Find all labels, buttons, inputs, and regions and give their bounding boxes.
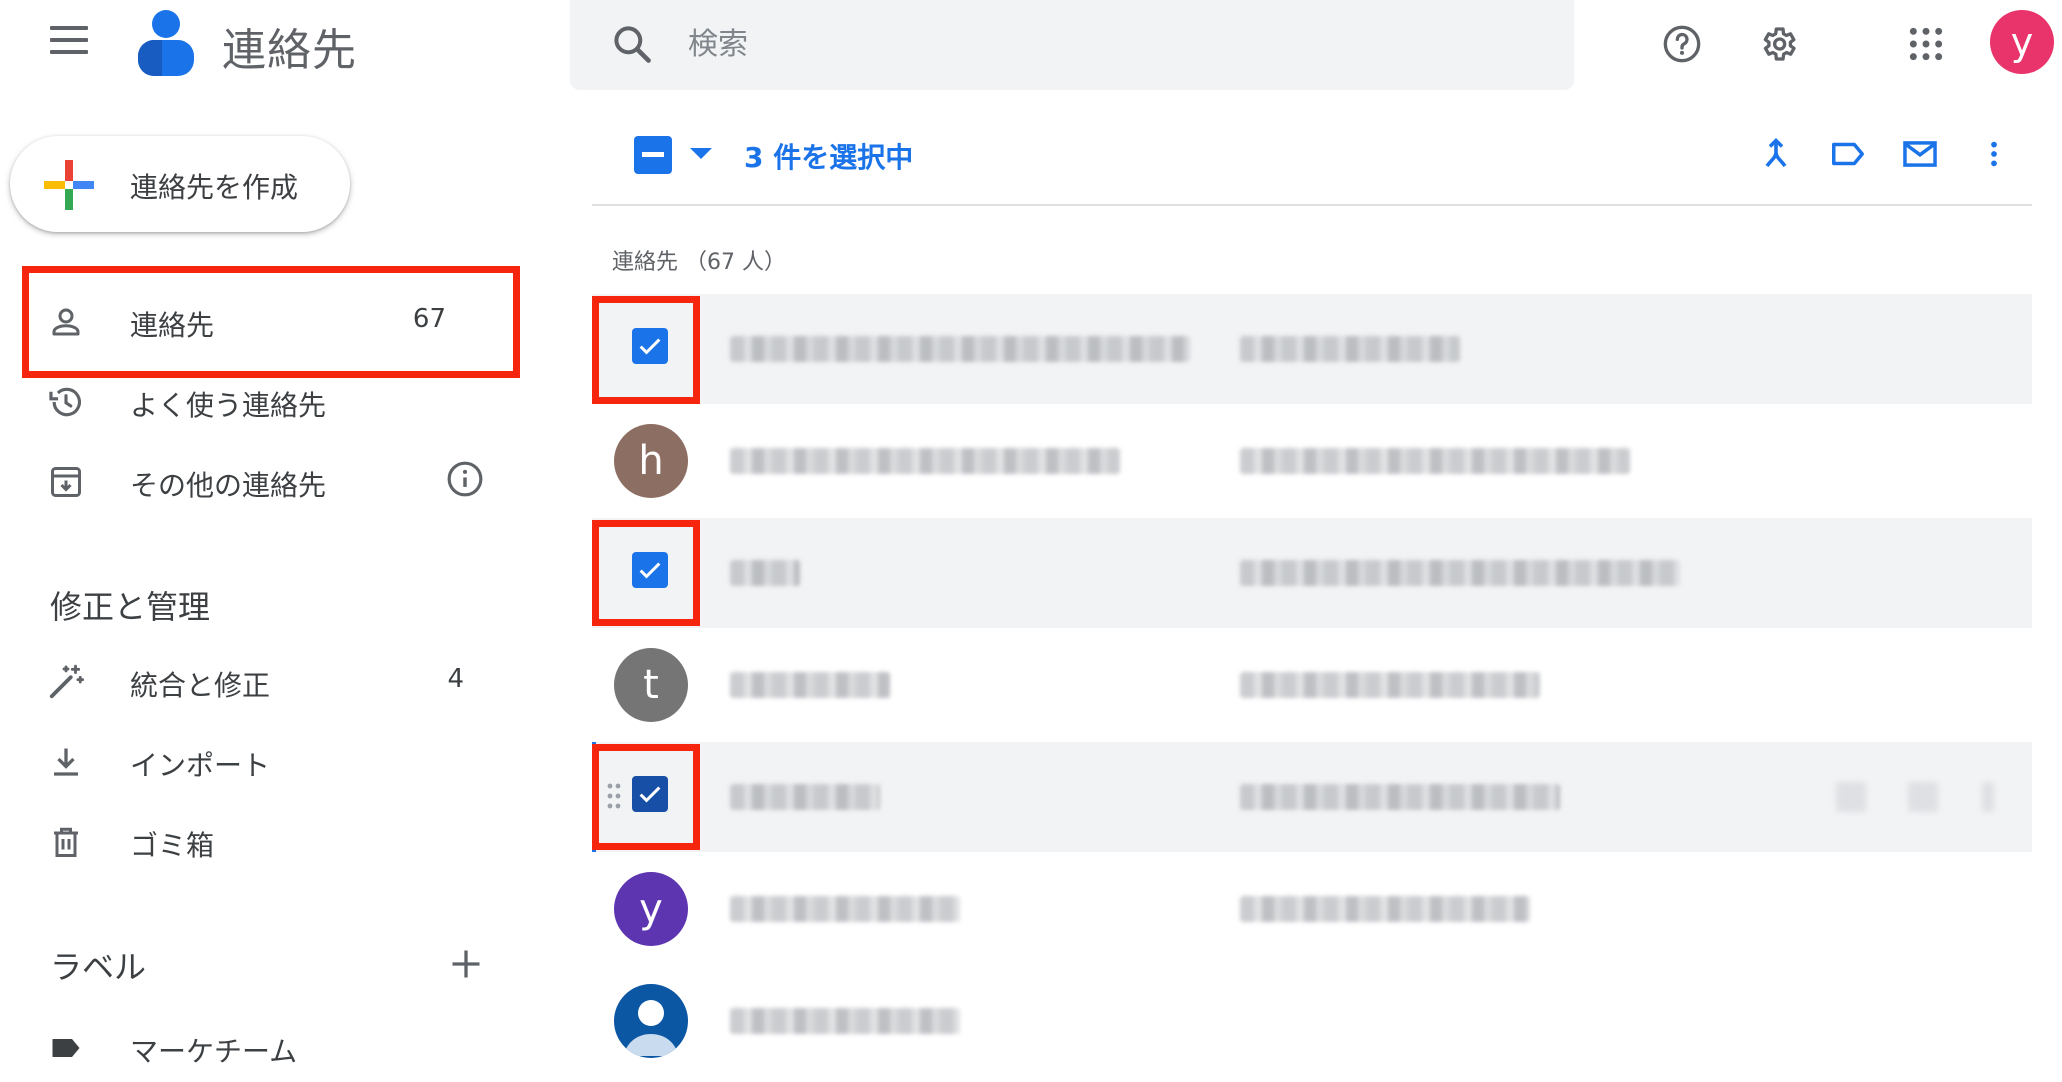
search-input[interactable] <box>688 20 1508 68</box>
sidebar-item-label: マーケチーム <box>130 1035 298 1068</box>
merge-fix-count: 4 <box>447 664 464 694</box>
contact-email-redacted <box>1240 896 1530 922</box>
sidebar-item-frequent[interactable]: よく使う連絡先 <box>22 362 516 442</box>
table-row[interactable] <box>592 518 2032 628</box>
contact-email-redacted <box>1240 448 1630 474</box>
sidebar-item-import[interactable]: インポート <box>22 722 516 802</box>
contact-avatar: y <box>614 872 688 946</box>
label-icon <box>46 1028 86 1068</box>
sidebar-item-label-marketing[interactable]: マーケチーム <box>22 1008 516 1082</box>
more-vert-icon[interactable] <box>1972 132 2016 176</box>
menu-icon[interactable] <box>50 26 90 58</box>
contact-email-redacted <box>1240 784 1560 810</box>
sidebar-item-label: その他の連絡先 <box>130 469 327 502</box>
list-header: 連絡先 （67 人） <box>612 250 786 275</box>
sidebar-item-label: ゴミ箱 <box>130 829 215 862</box>
search-icon[interactable] <box>610 22 654 66</box>
search-bar[interactable] <box>570 0 1574 90</box>
archive-icon <box>46 462 86 502</box>
select-all-checkbox[interactable] <box>634 136 672 174</box>
table-row[interactable]: y <box>592 854 2032 964</box>
sidebar-item-label: 統合と修正 <box>130 669 271 702</box>
contact-email-redacted <box>1240 672 1540 698</box>
sidebar-item-trash[interactable]: ゴミ箱 <box>22 802 516 882</box>
contact-email-redacted <box>1240 336 1460 362</box>
contact-avatar: h <box>614 424 688 498</box>
contact-name-redacted <box>730 1008 960 1034</box>
account-avatar[interactable]: y <box>1990 10 2054 74</box>
table-row[interactable]: h <box>592 406 2032 516</box>
history-icon <box>46 382 86 422</box>
table-row[interactable] <box>592 966 2032 1076</box>
contact-name-redacted <box>730 560 800 586</box>
section-title-fix-manage: 修正と管理 <box>50 588 211 626</box>
table-row[interactable] <box>592 742 2032 852</box>
contact-name-redacted <box>730 784 880 810</box>
help-icon[interactable] <box>1658 20 1706 68</box>
contact-name-redacted <box>730 448 1120 474</box>
app-title: 連絡先 <box>222 25 357 76</box>
sidebar-item-label: インポート <box>130 749 271 782</box>
sidebar-item-other-contacts[interactable]: その他の連絡先 <box>22 442 516 522</box>
trash-icon <box>46 822 86 862</box>
label-icon[interactable] <box>1826 132 1870 176</box>
highlight-box-checkbox <box>592 296 700 404</box>
contact-name-redacted <box>730 336 1190 362</box>
merge-icon[interactable] <box>1754 132 1798 176</box>
plus-icon <box>44 160 94 210</box>
highlight-box-checkbox <box>592 744 700 850</box>
table-row[interactable] <box>592 294 2032 404</box>
contact-name-redacted <box>730 896 960 922</box>
contacts-logo-icon <box>136 8 198 76</box>
star-icon[interactable] <box>1836 782 1866 812</box>
section-title-labels: ラベル <box>50 948 147 986</box>
highlight-box-checkbox <box>592 520 700 626</box>
chevron-down-icon[interactable] <box>690 148 712 159</box>
magic-wand-icon <box>46 662 86 702</box>
create-contact-button[interactable]: 連絡先を作成 <box>10 136 350 232</box>
settings-icon[interactable] <box>1754 20 1802 68</box>
toolbar-divider <box>592 204 2032 206</box>
sidebar-item-label: よく使う連絡先 <box>130 389 327 422</box>
more-vert-icon[interactable] <box>1982 782 1994 812</box>
sidebar-item-merge-fix[interactable]: 統合と修正 4 <box>22 642 516 722</box>
edit-icon[interactable] <box>1908 782 1938 812</box>
create-contact-label: 連絡先を作成 <box>130 171 299 204</box>
contact-avatar-photo <box>614 984 688 1058</box>
table-row[interactable]: t <box>592 630 2032 740</box>
contact-avatar: t <box>614 648 688 722</box>
email-icon[interactable] <box>1898 132 1942 176</box>
apps-grid-icon[interactable] <box>1902 20 1950 68</box>
add-label-icon[interactable] <box>448 946 488 986</box>
contact-email-redacted <box>1240 560 1680 586</box>
selected-count: 3 件を選択中 <box>744 141 914 174</box>
download-icon <box>46 742 86 782</box>
info-icon[interactable] <box>446 460 488 502</box>
contact-name-redacted <box>730 672 890 698</box>
